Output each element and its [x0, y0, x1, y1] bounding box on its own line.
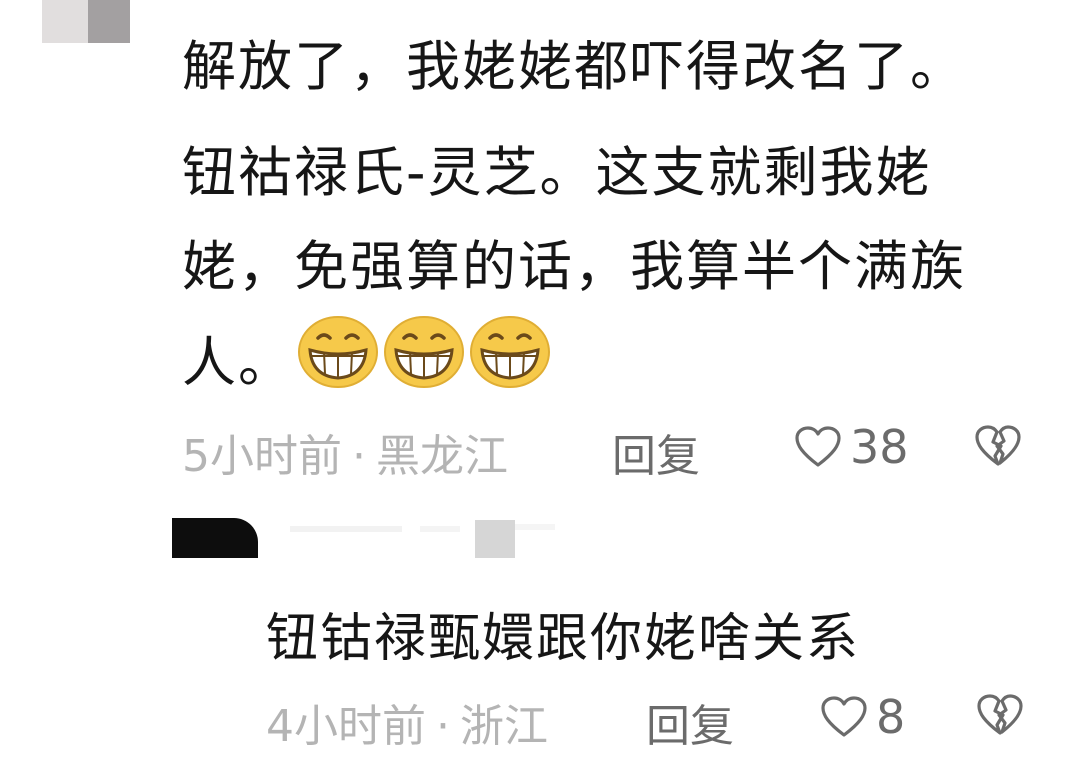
- comment-meta: 5小时前 · 黑龙江: [182, 420, 508, 484]
- like-button[interactable]: 8: [820, 690, 905, 744]
- broken-heart-icon[interactable]: [974, 424, 1022, 468]
- grin-emoji-icon: [470, 316, 550, 388]
- location: 黑龙江: [376, 431, 508, 482]
- reply-button[interactable]: 回复: [646, 690, 734, 754]
- emoji-row: [298, 316, 550, 388]
- timestamp: 4小时前: [266, 701, 426, 752]
- like-button[interactable]: 38: [794, 420, 909, 474]
- heart-icon: [821, 696, 867, 737]
- comment-thread: 解放了，我姥姥都吓得改名了。 钮祜禄氏-灵芝。这支就剩我姥 姥，免强算的话，我算…: [0, 0, 1080, 767]
- like-count: 38: [850, 420, 909, 474]
- comment-line: 解放了，我姥姥都吓得改名了。: [182, 35, 966, 98]
- heart-icon: [795, 426, 841, 467]
- comment-meta: 4小时前 · 浙江: [266, 690, 548, 754]
- avatar-edge: [88, 0, 130, 43]
- comment-line: 钮祜禄氏-灵芝。这支就剩我姥: [182, 141, 932, 204]
- comment-body: 钮钴禄甄嬛跟你姥啥关系: [266, 609, 861, 669]
- comment-line: 姥，免强算的话，我算半个满族: [182, 235, 966, 298]
- avatar[interactable]: [42, 0, 88, 43]
- comment-line: 人。: [182, 331, 294, 394]
- avatar[interactable]: [172, 518, 258, 558]
- timestamp: 5小时前: [182, 431, 342, 482]
- username-redacted: [475, 520, 515, 558]
- like-count: 8: [876, 690, 906, 744]
- reply-button[interactable]: 回复: [612, 420, 700, 484]
- username-redacted: [420, 526, 460, 532]
- location: 浙江: [460, 701, 548, 752]
- broken-heart-icon[interactable]: [976, 693, 1024, 737]
- username-redacted: [515, 524, 555, 530]
- grin-emoji-icon: [384, 316, 464, 388]
- grin-emoji-icon: [298, 316, 378, 388]
- meta-separator: ·: [352, 431, 366, 482]
- username-redacted: [290, 526, 402, 532]
- meta-separator: ·: [436, 701, 450, 752]
